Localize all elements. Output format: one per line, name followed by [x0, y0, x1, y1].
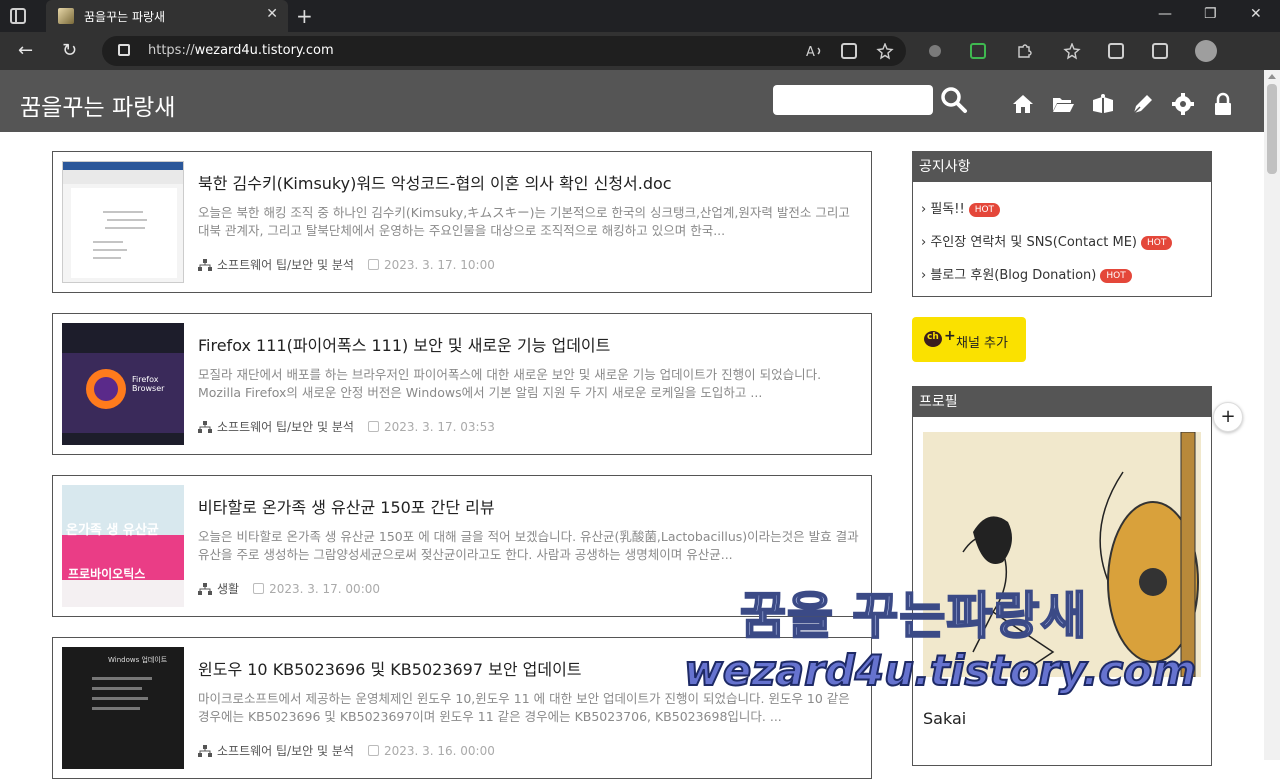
- minimize-button[interactable]: —: [1158, 6, 1172, 22]
- thumbnail-caption: Firefox Browser: [132, 375, 165, 393]
- maximize-button[interactable]: ❐: [1204, 6, 1217, 22]
- post-meta: 소프트웨어 팁/보안 및 분석 2023. 3. 17. 10:00: [198, 256, 495, 273]
- collections-icon[interactable]: [1108, 43, 1124, 59]
- post-thumbnail[interactable]: [62, 161, 184, 283]
- tab-title: 꿈을꾸는 파랑새: [84, 10, 166, 24]
- green-extension-icon[interactable]: [970, 43, 986, 59]
- category-icon: [198, 421, 212, 433]
- post-excerpt[interactable]: 모질라 재단에서 배포를 하는 브라우저인 파이어폭스에 대한 새로운 보안 및…: [198, 366, 862, 402]
- watermark-url: wezard4u.tistory.com: [683, 645, 1197, 696]
- add-channel-label: 채널 추가: [956, 336, 1008, 351]
- post-thumbnail[interactable]: 온가족 생 유산균 프로바이오틱스: [62, 485, 184, 607]
- site-title[interactable]: 꿈을꾸는 파랑새: [20, 88, 175, 122]
- post-card[interactable]: 북한 김수키(Kimsuky)워드 악성코드-협의 이혼 의사 확인 신청서.d…: [52, 151, 872, 293]
- search-input[interactable]: [773, 85, 933, 115]
- scrollbar-thumb[interactable]: [1267, 84, 1277, 174]
- post-category[interactable]: 소프트웨어 팁/보안 및 분석: [217, 420, 354, 434]
- lock-icon[interactable]: [1211, 92, 1235, 116]
- post-card[interactable]: Firefox Browser Firefox 111(파이어폭스 111) 보…: [52, 313, 872, 455]
- kakao-channel-icon: ch: [924, 331, 942, 347]
- post-category[interactable]: 생활: [217, 582, 239, 596]
- watermark-title: 꿈을 꾸는파랑새: [739, 586, 1088, 646]
- post-category[interactable]: 소프트웨어 팁/보안 및 분석: [217, 744, 354, 758]
- browser-toolbar: ← ↻ https://wezard4u.tistory.com A ···: [0, 32, 1280, 92]
- site-favicon-icon: [58, 8, 74, 24]
- home-icon[interactable]: [1011, 92, 1035, 116]
- calendar-icon: [253, 583, 265, 594]
- post-meta: 소프트웨어 팁/보안 및 분석 2023. 3. 17. 03:53: [198, 418, 495, 435]
- extension-puzzle-icon[interactable]: [927, 43, 943, 59]
- add-channel-button[interactable]: ch + 채널 추가: [912, 317, 1026, 362]
- plus-icon: +: [944, 328, 956, 344]
- new-tab-button[interactable]: +: [296, 4, 313, 28]
- url-text: https://wezard4u.tistory.com: [148, 43, 334, 58]
- close-window-button[interactable]: ✕: [1250, 6, 1262, 22]
- extensions-icon[interactable]: [1015, 43, 1032, 59]
- post-title[interactable]: 윈도우 10 KB5023696 및 KB5023697 보안 업데이트: [198, 656, 582, 680]
- reader-view-icon[interactable]: [841, 43, 857, 59]
- post-title[interactable]: Firefox 111(파이어폭스 111) 보안 및 새로운 기능 업데이트: [198, 332, 610, 356]
- category-icon: [198, 583, 212, 595]
- thumbnail-subcaption: 프로바이오틱스: [68, 567, 146, 581]
- site-header: 꿈을꾸는 파랑새: [0, 70, 1264, 132]
- post-excerpt[interactable]: 오늘은 북한 해킹 조직 중 하나인 김수키(Kimsuky,キムスキー)는 기…: [198, 204, 862, 240]
- profile-avatar[interactable]: [1195, 40, 1217, 62]
- browser-tab[interactable]: 꿈을꾸는 파랑새 ✕: [46, 0, 288, 32]
- notice-widget-title: 공지사항: [913, 152, 1211, 182]
- favorite-add-icon[interactable]: [876, 42, 894, 60]
- post-excerpt[interactable]: 마이크로소프트에서 제공하는 운영체제인 윈도우 10,윈도우 11 에 대한 …: [198, 690, 862, 726]
- profile-name: Sakai: [923, 709, 967, 728]
- post-date: 2023. 3. 17. 10:00: [383, 258, 495, 272]
- write-icon[interactable]: [1131, 92, 1155, 116]
- screenshot-icon[interactable]: [1152, 43, 1168, 59]
- svg-text:A: A: [806, 45, 815, 59]
- notice-widget: 공지사항 › 필독!! HOT › 주인장 연락처 및 SNS(Contact M…: [912, 151, 1212, 297]
- read-aloud-icon[interactable]: A: [806, 43, 822, 60]
- calendar-icon: [367, 259, 379, 270]
- post-title[interactable]: 비타할로 온가족 생 유산균 150포 간단 리뷰: [198, 494, 495, 518]
- hot-badge: HOT: [968, 203, 1001, 217]
- post-date: 2023. 3. 17. 03:53: [383, 420, 495, 434]
- post-thumbnail[interactable]: Windows 업데이트: [62, 647, 184, 769]
- notice-item[interactable]: › 필독!! HOT: [921, 198, 1001, 217]
- category-icon: [198, 259, 212, 271]
- post-thumbnail[interactable]: Firefox Browser: [62, 323, 184, 445]
- guestbook-icon[interactable]: [1091, 92, 1115, 116]
- back-button[interactable]: ←: [18, 40, 33, 61]
- calendar-icon: [367, 745, 379, 756]
- page-scrollbar[interactable]: [1264, 70, 1280, 760]
- expand-plus-button[interactable]: +: [1213, 402, 1243, 432]
- lock-icon[interactable]: [118, 44, 130, 56]
- thumbnail-caption: 온가족 생 유산균: [66, 523, 159, 538]
- favorites-icon[interactable]: [1063, 42, 1081, 60]
- thumbnail-caption: Windows 업데이트: [108, 656, 168, 664]
- tab-actions-icon[interactable]: [10, 8, 26, 24]
- search-icon[interactable]: [940, 86, 968, 114]
- close-tab-icon[interactable]: ✕: [266, 6, 278, 22]
- notice-item[interactable]: › 블로그 후원(Blog Donation) HOT: [921, 264, 1132, 283]
- post-title[interactable]: 북한 김수키(Kimsuky)워드 악성코드-협의 이혼 의사 확인 신청서.d…: [198, 170, 672, 194]
- post-category[interactable]: 소프트웨어 팁/보안 및 분석: [217, 258, 354, 272]
- post-meta: 생활 2023. 3. 17. 00:00: [198, 580, 380, 597]
- post-date: 2023. 3. 16. 00:00: [383, 744, 495, 758]
- folder-icon[interactable]: [1051, 92, 1075, 116]
- post-meta: 소프트웨어 팁/보안 및 분석 2023. 3. 16. 00:00: [198, 742, 495, 759]
- address-bar[interactable]: https://wezard4u.tistory.com: [102, 36, 906, 66]
- hot-badge: HOT: [1140, 236, 1173, 250]
- browser-tabbar: 꿈을꾸는 파랑새 ✕ + — ❐ ✕: [0, 0, 1280, 32]
- refresh-button[interactable]: ↻: [62, 40, 77, 61]
- hot-badge: HOT: [1100, 269, 1132, 283]
- category-icon: [198, 745, 212, 757]
- scroll-up-icon[interactable]: [1268, 74, 1276, 79]
- calendar-icon: [367, 421, 379, 432]
- settings-icon[interactable]: [1171, 92, 1195, 116]
- profile-widget-title: 프로필: [913, 387, 1211, 417]
- post-excerpt[interactable]: 오늘은 비타할로 온가족 생 유산균 150포 에 대해 글을 적어 보겠습니다…: [198, 528, 862, 564]
- post-date: 2023. 3. 17. 00:00: [269, 582, 381, 596]
- notice-item[interactable]: › 주인장 연락처 및 SNS(Contact ME) HOT: [921, 231, 1173, 250]
